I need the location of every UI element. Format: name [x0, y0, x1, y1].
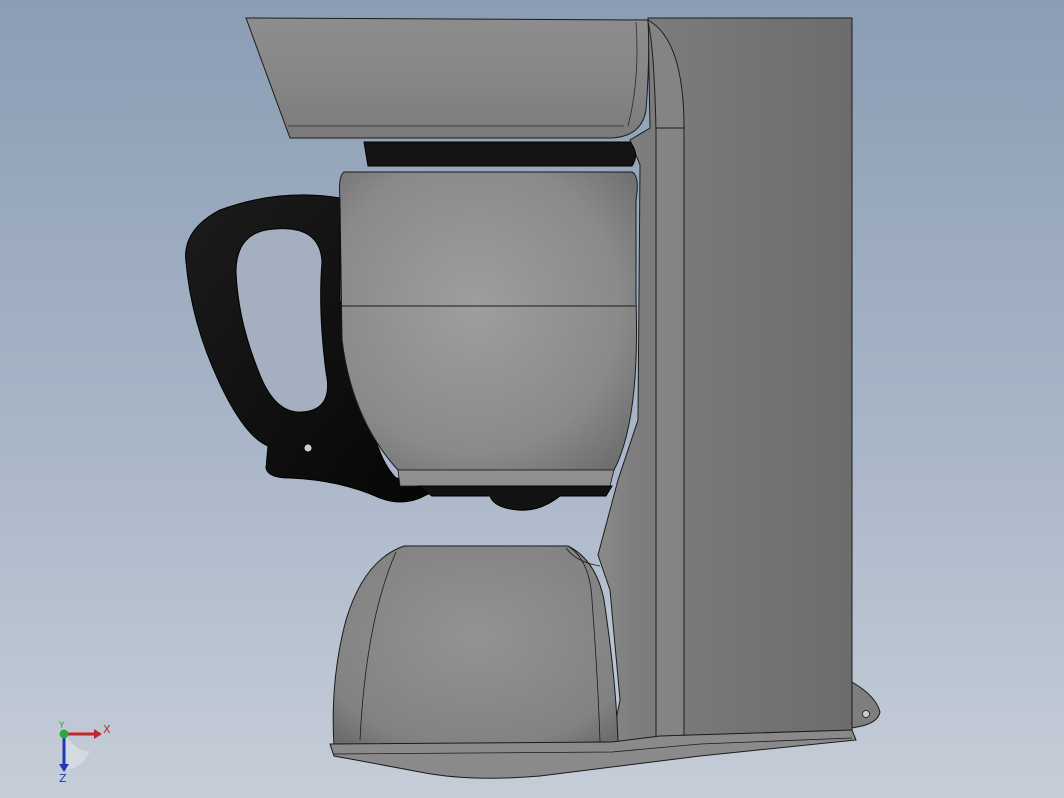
y-axis-label: Y	[58, 721, 65, 731]
coffee-maker-model[interactable]	[0, 0, 1064, 798]
rear-foot-tab	[851, 681, 881, 729]
drip-ring	[363, 141, 636, 167]
coordinate-triad: X Y Z	[58, 721, 111, 785]
x-axis-label: X	[103, 723, 111, 736]
carafe-pot[interactable]	[339, 171, 638, 471]
filter-basket[interactable]	[245, 17, 650, 139]
carafe-base	[397, 469, 615, 487]
rear-foot-hole	[862, 710, 870, 718]
spout-underside	[416, 485, 613, 511]
handle-rivet	[303, 443, 313, 453]
water-reservoir[interactable]	[332, 545, 619, 747]
3d-graphics-viewport[interactable]: X Y Z	[0, 0, 1064, 798]
z-axis-label: Z	[59, 772, 67, 785]
